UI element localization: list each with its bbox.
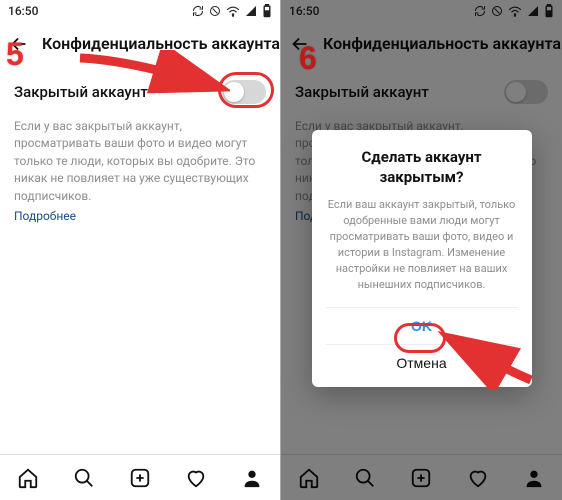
- profile-icon: [523, 467, 545, 489]
- private-account-label: Закрытый аккаунт: [295, 83, 429, 101]
- nav-home[interactable]: [298, 467, 320, 489]
- confirm-dialog: Сделать аккаунт закрытым? Если ваш аккау…: [312, 130, 532, 387]
- nav-profile[interactable]: [523, 467, 545, 489]
- toggle-knob: [224, 82, 244, 102]
- learn-more-link[interactable]: Подробнее: [14, 209, 76, 223]
- phone-left: 16:50 Конфиденциальность аккаунта Закрыт…: [0, 0, 281, 500]
- private-account-row: Закрытый аккаунт: [295, 80, 548, 104]
- dialog-title: Сделать аккаунт закрытым?: [326, 148, 518, 187]
- private-account-description: Если у вас закрытый аккаунт, просматрива…: [14, 118, 266, 205]
- search-icon: [354, 467, 376, 489]
- nav-activity[interactable]: [185, 467, 207, 489]
- nav-add[interactable]: [410, 467, 432, 489]
- page-title: Конфиденциальность аккаунта: [42, 34, 280, 53]
- signal-icon: [245, 5, 257, 17]
- status-time: 16:50: [289, 4, 319, 18]
- search-icon: [73, 467, 95, 489]
- add-icon: [129, 467, 151, 489]
- nav-add[interactable]: [129, 467, 151, 489]
- private-account-toggle[interactable]: [504, 80, 548, 104]
- mute-icon: [209, 5, 221, 17]
- toggle-knob: [506, 82, 526, 102]
- mute-icon: [491, 5, 503, 17]
- home-icon: [298, 467, 320, 489]
- profile-icon: [241, 467, 263, 489]
- battery-icon: [544, 4, 554, 18]
- add-icon: [410, 467, 432, 489]
- bottom-nav: [281, 454, 562, 500]
- status-icons: [474, 4, 554, 18]
- bottom-nav: [0, 454, 280, 500]
- header: Конфиденциальность аккаунта: [0, 22, 280, 66]
- private-account-toggle[interactable]: [222, 80, 266, 104]
- nav-search[interactable]: [354, 467, 376, 489]
- private-account-label: Закрытый аккаунт: [14, 83, 148, 101]
- heart-icon: [185, 467, 207, 489]
- nav-home[interactable]: [17, 467, 39, 489]
- wifi-icon: [226, 5, 240, 17]
- annotation-step-6: 6: [299, 40, 317, 77]
- nav-search[interactable]: [73, 467, 95, 489]
- status-time: 16:50: [8, 4, 38, 18]
- status-bar: 16:50: [0, 0, 280, 22]
- status-bar: 16:50: [281, 0, 562, 22]
- page-title: Конфиденциальность аккаунта: [323, 34, 561, 53]
- dialog-ok-button[interactable]: OK: [326, 307, 518, 344]
- private-account-row: Закрытый аккаунт: [14, 80, 266, 104]
- phone-right: 16:50 Конфиденциальность аккаунта Закрыт…: [281, 0, 562, 500]
- wifi-icon: [508, 5, 522, 17]
- dialog-cancel-button[interactable]: Отмена: [326, 344, 518, 381]
- sync-icon: [192, 5, 204, 17]
- annotation-step-5: 5: [6, 36, 24, 73]
- heart-icon: [467, 467, 489, 489]
- nav-activity[interactable]: [467, 467, 489, 489]
- content: Закрытый аккаунт Если у вас закрытый акк…: [0, 66, 280, 454]
- nav-profile[interactable]: [241, 467, 263, 489]
- sync-icon: [474, 5, 486, 17]
- dialog-body: Если ваш аккаунт закрытый, только одобре…: [326, 197, 518, 293]
- home-icon: [17, 467, 39, 489]
- status-icons: [192, 4, 272, 18]
- signal-icon: [527, 5, 539, 17]
- header: Конфиденциальность аккаунта: [281, 22, 562, 66]
- battery-icon: [262, 4, 272, 18]
